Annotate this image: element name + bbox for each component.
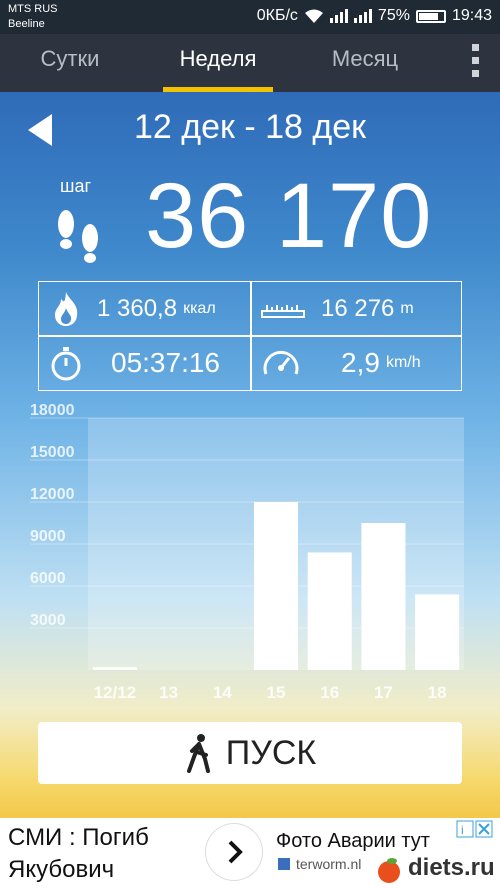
carrier-primary: MTS RUS (8, 3, 58, 15)
chart-bar-18[interactable] (415, 594, 460, 670)
start-button-label: ПУСК (225, 733, 317, 772)
chart-bar-15[interactable] (253, 502, 299, 670)
overflow-menu-icon[interactable] (472, 44, 480, 83)
stat-speed: 2,9 km/h (261, 336, 421, 389)
tab-day-label: Сутки (40, 46, 100, 71)
x-tick-label: 12/12 (94, 683, 137, 702)
svg-text:i: i (461, 823, 464, 837)
ruler-icon (261, 304, 305, 318)
speed-value: 2,9 (341, 346, 380, 378)
status-bar: MTS RUS Beeline 0КБ/с 75% 19:43 (0, 0, 500, 34)
y-tick-label: 3000 (30, 612, 66, 629)
x-tick-label: 17 (374, 683, 393, 702)
steps-total: 36 170 (145, 165, 433, 267)
tab-week-label: Неделя (179, 46, 257, 71)
ad-close-icon[interactable]: i (456, 820, 494, 838)
ad-open-button[interactable] (206, 824, 262, 880)
ad-title[interactable]: Фото Аварии тут (276, 830, 430, 853)
steps-chart-svg: 3000 6000 9000 12000 15000 18000 12/12 13 14 15 16… (30, 402, 464, 702)
x-tick-label: 18 (428, 683, 447, 702)
chart-bar-17[interactable] (361, 523, 406, 670)
chart-bar-16[interactable] (307, 552, 352, 670)
y-tick-label: 15000 (30, 444, 75, 461)
stat-calories: 1 360,8 ккал (49, 282, 216, 335)
battery-percent: 75% (377, 7, 410, 24)
tab-day[interactable]: Сутки (0, 34, 140, 92)
x-tick-label: 15 (267, 683, 286, 702)
period-range: 12 дек - 18 дек (134, 108, 366, 146)
date-navigation: 12 дек - 18 дек (0, 104, 500, 154)
stat-distance: 16 276 m (261, 282, 414, 335)
flame-icon (55, 291, 78, 326)
y-tick-label: 9000 (30, 528, 66, 545)
main-content: 12 дек - 18 дек шаг 36 170 1 360,8 ккал … (0, 92, 500, 818)
x-tick-label: 13 (159, 683, 178, 702)
ad-site-icon (278, 858, 290, 870)
battery-icon (415, 9, 446, 23)
steps-chart: 3000 6000 9000 12000 15000 18000 12/12 13 14 15 16… (0, 402, 500, 722)
speed-unit: km/h (385, 353, 421, 371)
distance-value: 16 276 (321, 294, 395, 322)
footprints-icon (58, 210, 98, 263)
signal-icon (329, 9, 348, 23)
stopwatch-icon (51, 346, 81, 380)
clock: 19:43 (451, 7, 492, 24)
status-icons: 0КБ/с 75% 19:43 (257, 7, 492, 25)
x-tick-label: 16 (320, 683, 339, 702)
ad-headline[interactable]: СМИ : Погиб Якубович (8, 822, 188, 886)
chart-bar-12-12[interactable] (92, 667, 137, 670)
wifi-icon (304, 9, 323, 23)
y-tick-label: 18000 (30, 402, 75, 419)
distance-unit: m (400, 299, 414, 317)
tab-month-label: Месяц (331, 46, 399, 71)
tab-week[interactable]: Неделя (148, 34, 288, 92)
signal-icon-2 (353, 9, 372, 23)
steps-label: шаг (60, 176, 92, 196)
carrier-secondary: Beeline (8, 18, 45, 30)
calories-unit: ккал (183, 299, 216, 317)
ad-domain[interactable]: terworm.nl (296, 856, 361, 872)
network-speed: 0КБ/с (256, 7, 298, 24)
walking-person-icon (186, 734, 210, 773)
calories-value: 1 360,8 (97, 294, 178, 322)
speedometer-icon (263, 350, 299, 375)
stat-duration: 05:37:16 (49, 336, 220, 389)
stats-grid: 1 360,8 ккал 16 276 m 05:37:16 2,9 km/h (38, 281, 462, 391)
period-tabs: Сутки Неделя Месяц (0, 34, 500, 92)
x-tick-label: 14 (213, 683, 232, 702)
chevron-right-icon (228, 840, 243, 864)
ad-logo-text: diets.ru (408, 854, 495, 881)
tab-month[interactable]: Месяц (295, 34, 435, 92)
ad-banner[interactable]: СМИ : Погиб Якубович Фото Аварии тут ter… (0, 818, 500, 888)
start-button[interactable]: ПУСК (38, 722, 462, 784)
duration-value: 05:37:16 (111, 346, 220, 378)
apple-logo-icon (378, 858, 400, 883)
y-tick-label: 6000 (30, 570, 66, 587)
y-tick-label: 12000 (30, 486, 75, 503)
